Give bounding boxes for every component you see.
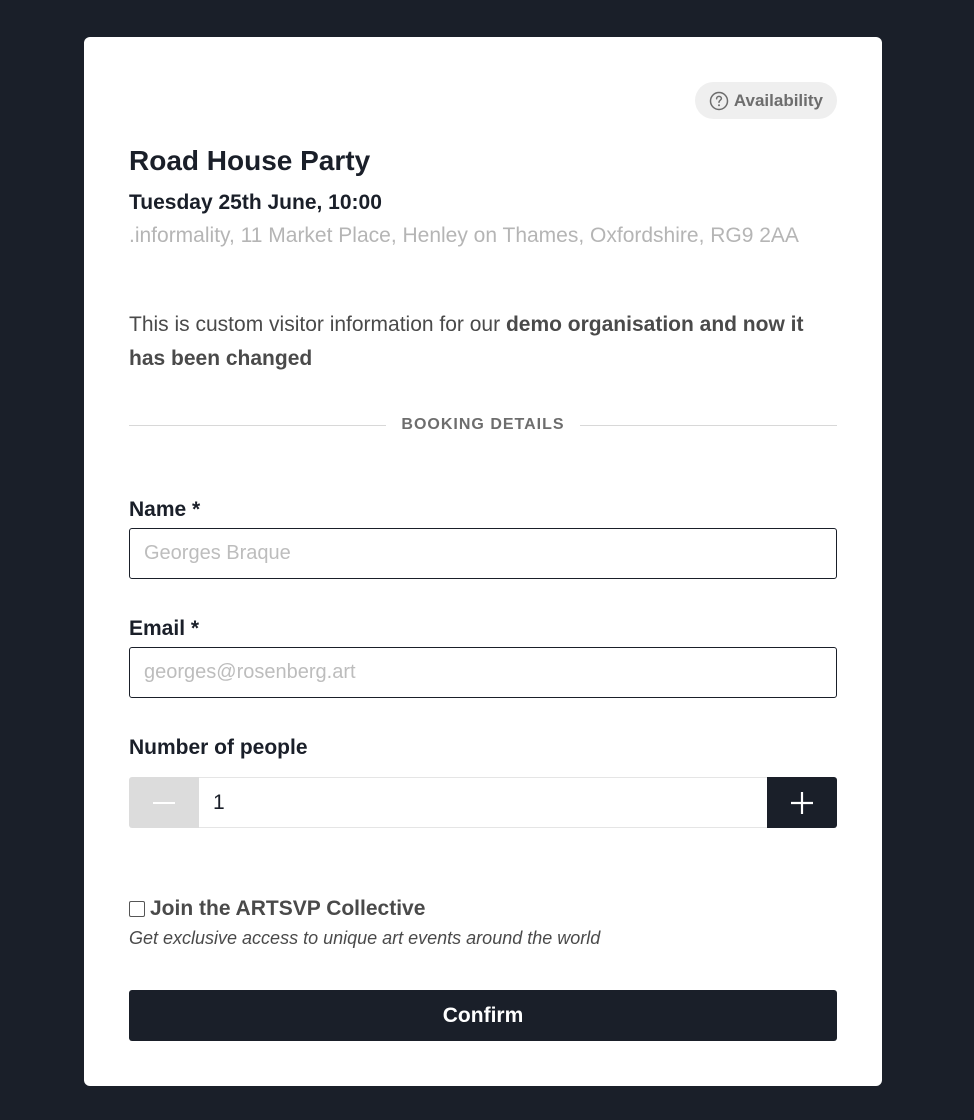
name-label: Name * bbox=[129, 498, 201, 521]
availability-label: Availability bbox=[733, 90, 823, 110]
collective-label[interactable]: Join the ARTSVP Collective bbox=[150, 897, 425, 921]
decrement-button[interactable] bbox=[129, 777, 199, 828]
collective-option[interactable]: Join the ARTSVP Collective bbox=[129, 897, 425, 921]
people-stepper: 1 bbox=[129, 777, 837, 828]
event-address: .informality, 11 Market Place, Henley on… bbox=[129, 224, 799, 247]
divider-line-right bbox=[579, 424, 837, 426]
confirm-label: Confirm bbox=[442, 1003, 524, 1027]
people-count[interactable]: 1 bbox=[199, 777, 767, 828]
event-datetime: Tuesday 25th June, 10:00 bbox=[129, 191, 382, 214]
question-circle-icon bbox=[709, 91, 729, 110]
collective-checkbox[interactable] bbox=[129, 901, 145, 917]
booking-details-heading: BOOKING DETAILS bbox=[401, 416, 565, 433]
increment-button[interactable] bbox=[767, 777, 837, 828]
visitor-info: This is custom visitor information for o… bbox=[129, 308, 841, 376]
email-label: Email * bbox=[129, 617, 200, 640]
event-title: Road House Party bbox=[129, 145, 371, 176]
collective-description: Get exclusive access to unique art event… bbox=[129, 928, 601, 948]
people-label: Number of people bbox=[129, 736, 308, 759]
booking-card: Availability Road House Party Tuesday 25… bbox=[84, 37, 882, 1086]
availability-button[interactable]: Availability bbox=[694, 82, 837, 119]
email-input[interactable] bbox=[129, 647, 837, 698]
visitor-info-text: This is custom visitor information for o… bbox=[129, 313, 506, 336]
confirm-button[interactable]: Confirm bbox=[129, 990, 837, 1041]
booking-details-divider: BOOKING DETAILS bbox=[129, 416, 837, 434]
divider-line-left bbox=[129, 424, 387, 426]
minus-icon bbox=[153, 801, 175, 804]
plus-icon bbox=[791, 791, 813, 814]
name-input[interactable] bbox=[129, 528, 837, 579]
